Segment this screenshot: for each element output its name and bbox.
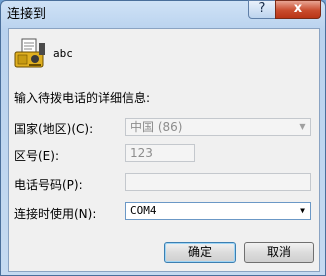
window-title: 连接到 <box>7 7 47 22</box>
connect-using-label: 连接时使用(N): <box>14 207 97 221</box>
chevron-down-icon: ▼ <box>300 206 305 215</box>
dialog-body: abc 输入待拨电话的详细信息: 国家(地区)(C): 中国 (86) ▼ 区号… <box>8 28 320 272</box>
phone-input[interactable] <box>125 173 311 191</box>
details-prompt: 输入待拨电话的详细信息: <box>14 91 151 105</box>
area-code-input[interactable]: 123 <box>125 144 195 162</box>
connect-using-select[interactable]: COM4 ▼ <box>125 202 311 220</box>
help-button[interactable]: ? <box>248 0 276 19</box>
area-code-label: 区号(E): <box>14 149 59 163</box>
chevron-down-icon: ▼ <box>299 122 306 131</box>
close-button[interactable]: x <box>275 0 321 19</box>
cancel-button[interactable]: 取消 <box>244 242 314 263</box>
phone-label: 电话号码(P): <box>14 178 83 192</box>
connect-using-value: COM4 <box>130 204 157 217</box>
ok-button[interactable]: 确定 <box>164 242 236 263</box>
dialog-window: 连接到 ? x abc 输入待拨电话的详细信息: 国家(地区)(C): 中国 (… <box>0 0 326 276</box>
title-bar[interactable]: 连接到 ? x <box>1 0 325 23</box>
phone-connection-icon <box>14 38 45 68</box>
country-select[interactable]: 中国 (86) ▼ <box>125 118 311 136</box>
connection-name: abc <box>53 47 73 60</box>
help-icon: ? <box>258 1 266 16</box>
country-label: 国家(地区)(C): <box>14 122 94 136</box>
area-code-value: 123 <box>130 146 153 160</box>
close-icon: x <box>293 1 303 16</box>
country-value: 中国 (86) <box>130 120 183 134</box>
